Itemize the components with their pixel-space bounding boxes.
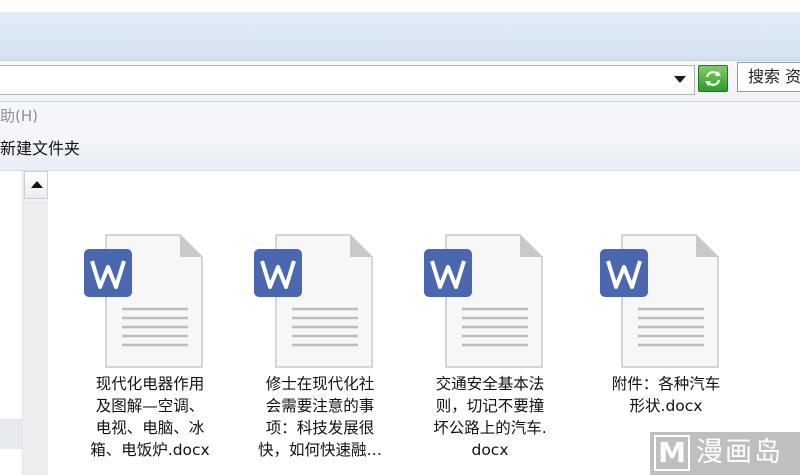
vertical-scrollbar[interactable]: [22, 171, 48, 475]
menu-bar: 助(H): [0, 102, 800, 130]
address-field[interactable]: [0, 65, 695, 95]
address-bar: [0, 61, 800, 102]
nav-selected-item[interactable]: [0, 419, 22, 449]
file-name: 附件：各种汽车 形状.docx: [611, 375, 721, 415]
watermark-text: 漫画岛: [696, 437, 783, 468]
toolbar: 新建文件夹: [0, 130, 800, 171]
refresh-button[interactable]: [698, 65, 728, 92]
file-list: 现代化电器作用 及图解—空调、 电视、电脑、冰 箱、电饭炉.docx 修士在现代化社…: [48, 171, 800, 475]
menu-item-help[interactable]: 助(H): [0, 102, 38, 130]
word-document-icon: [254, 234, 373, 368]
refresh-icon: [705, 71, 721, 86]
search-input[interactable]: 搜索 资: [737, 62, 800, 92]
watermark-logo: M 漫画岛: [650, 432, 800, 475]
word-document-icon: [600, 234, 719, 368]
watermark-m: M: [654, 435, 690, 471]
top-strip: [0, 0, 800, 12]
file-name: 修士在现代化社 会需要注意的事 项：科技发展很 快，如何快速融…: [257, 375, 382, 459]
navigation-pane[interactable]: [0, 171, 22, 475]
file-name: 交通安全基本法 则，切记不要撞 坏公路上的汽车. docx: [433, 375, 547, 459]
scroll-track[interactable]: [24, 201, 48, 475]
title-bar: [0, 12, 800, 61]
scroll-up-button[interactable]: [24, 171, 48, 199]
word-document-icon: [424, 234, 543, 368]
file-name: 现代化电器作用 及图解—空调、 电视、电脑、冰 箱、电饭炉.docx: [90, 375, 210, 459]
search-label: 搜索 资: [748, 67, 800, 86]
new-folder-button[interactable]: 新建文件夹: [0, 130, 80, 168]
chevron-down-icon[interactable]: [674, 76, 686, 83]
word-document-icon: [84, 234, 203, 368]
